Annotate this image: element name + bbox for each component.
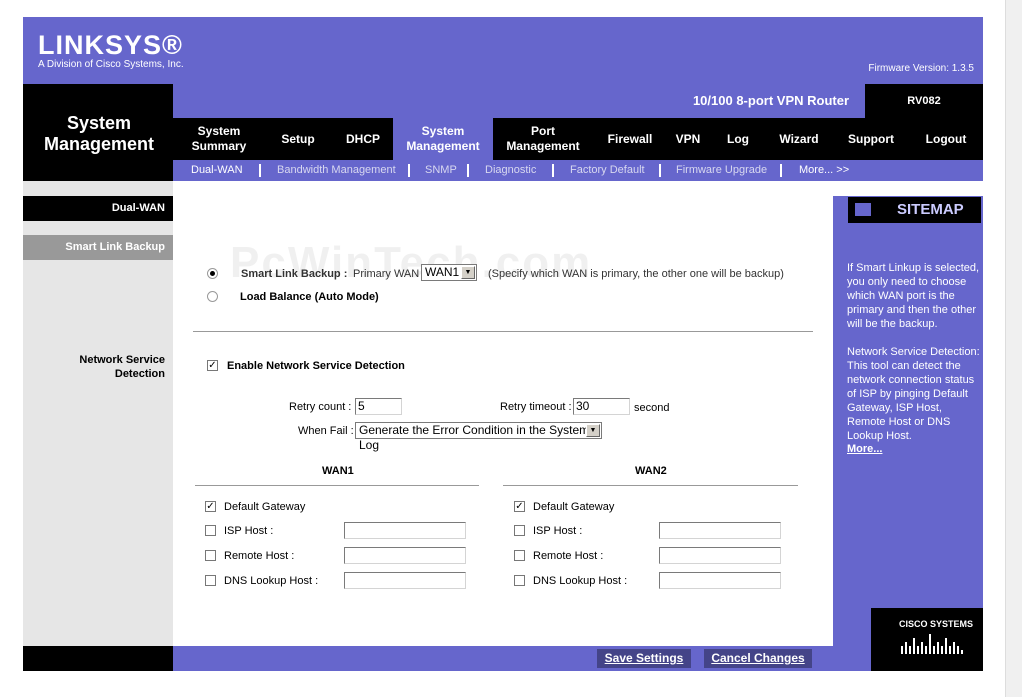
subtab-factory-default[interactable]: Factory Default: [570, 160, 645, 181]
wan2-remote-host-input[interactable]: [659, 547, 781, 564]
retry-timeout-label: Retry timeout :: [500, 401, 572, 413]
wan1-dns-host-checkbox[interactable]: [205, 575, 216, 586]
retry-timeout-unit: second: [634, 402, 670, 414]
subtab-firmware-upgrade[interactable]: Firmware Upgrade: [676, 160, 767, 181]
wan1-dns-host-input[interactable]: [344, 572, 466, 589]
subtab-separator: [659, 164, 661, 177]
smart-link-backup-label: Smart Link Backup :: [241, 268, 348, 280]
help-more-link[interactable]: More...: [847, 443, 882, 455]
tab-system-management[interactable]: System Management: [393, 118, 493, 160]
wan2-dns-host-checkbox[interactable]: [514, 575, 525, 586]
wan2-divider: [503, 485, 798, 486]
primary-wan-select[interactable]: WAN1 ▼: [421, 264, 477, 281]
wan1-remote-host-checkbox[interactable]: [205, 550, 216, 561]
load-balance-radio[interactable]: [207, 291, 218, 302]
load-balance-label: Load Balance (Auto Mode): [240, 291, 379, 303]
wan1-remote-host-label: Remote Host :: [224, 550, 295, 562]
logo-subtitle: A Division of Cisco Systems, Inc.: [38, 59, 184, 70]
when-fail-label: When Fail :: [298, 425, 354, 437]
retry-count-label: Retry count :: [289, 401, 352, 413]
wan2-remote-host-label: Remote Host :: [533, 550, 604, 562]
watermark: PcWinTech.com: [230, 238, 593, 287]
chevron-down-icon: ▼: [461, 266, 475, 279]
wan1-isp-host-label: ISP Host :: [224, 525, 274, 537]
subtab-bandwidth-management[interactable]: Bandwidth Management: [277, 160, 396, 181]
cisco-logo-text: CISCO SYSTEMS: [899, 619, 974, 629]
footer-left: [23, 646, 173, 671]
left-label-network-service-detection: Network Service Detection: [79, 354, 165, 380]
subtab-snmp[interactable]: SNMP: [425, 160, 457, 181]
wan2-isp-host-checkbox[interactable]: [514, 525, 525, 536]
chevron-down-icon: ▼: [586, 424, 600, 437]
tab-port-management[interactable]: Port Management: [499, 118, 587, 160]
wan2-dns-host-label: DNS Lookup Host :: [533, 575, 628, 587]
tab-support[interactable]: Support: [841, 118, 901, 160]
subtab-dual-wan[interactable]: Dual-WAN: [191, 160, 243, 181]
wan1-default-gateway-label: Default Gateway: [224, 501, 306, 513]
cancel-changes-button[interactable]: Cancel Changes: [704, 649, 812, 668]
wan2-dns-host-input[interactable]: [659, 572, 781, 589]
tab-dhcp[interactable]: DHCP: [335, 118, 391, 160]
wan1-remote-host-input[interactable]: [344, 547, 466, 564]
subtab-more[interactable]: More... >>: [799, 160, 849, 181]
tab-wizard[interactable]: Wizard: [769, 118, 829, 160]
wan1-isp-host-checkbox[interactable]: [205, 525, 216, 536]
divider: [193, 331, 813, 332]
subtab-separator: [259, 164, 261, 177]
left-header-dual-wan: Dual-WAN: [23, 196, 173, 221]
wan1-divider: [195, 485, 479, 486]
wan2-default-gateway-checkbox[interactable]: ✓: [514, 501, 525, 512]
wan1-default-gateway-checkbox[interactable]: ✓: [205, 501, 216, 512]
tab-vpn[interactable]: VPN: [669, 118, 707, 160]
tab-firewall[interactable]: Firewall: [597, 118, 663, 160]
tab-logout[interactable]: Logout: [915, 118, 977, 160]
model-number: RV082: [865, 84, 983, 118]
subtab-separator: [780, 164, 782, 177]
subtab-separator: [467, 164, 469, 177]
when-fail-select[interactable]: Generate the Error Condition in the Syst…: [355, 422, 602, 452]
wan2-remote-host-checkbox[interactable]: [514, 550, 525, 561]
sitemap-label[interactable]: SITEMAP: [897, 201, 964, 218]
subtab-separator: [552, 164, 554, 177]
tab-system-summary[interactable]: System Summary: [181, 118, 257, 160]
tab-setup[interactable]: Setup: [269, 118, 327, 160]
left-item-smart-link-backup: Smart Link Backup: [23, 235, 173, 260]
firmware-version: Firmware Version: 1.3.5: [868, 63, 974, 74]
wan1-dns-host-label: DNS Lookup Host :: [224, 575, 319, 587]
primary-wan-hint: (Specify which WAN is primary, the other…: [488, 268, 784, 280]
puzzle-icon: [855, 203, 871, 216]
subtab-separator: [408, 164, 410, 177]
enable-nsd-checkbox[interactable]: ✓: [207, 360, 218, 371]
subtab-diagnostic[interactable]: Diagnostic: [485, 160, 536, 181]
wan1-title: WAN1: [322, 465, 354, 477]
wan2-isp-host-label: ISP Host :: [533, 525, 583, 537]
retry-timeout-input[interactable]: 30: [573, 398, 630, 415]
retry-count-input[interactable]: 5: [355, 398, 402, 415]
vertical-scrollbar[interactable]: [1005, 0, 1022, 697]
product-name: 10/100 8-port VPN Router: [692, 93, 849, 108]
tab-log[interactable]: Log: [719, 118, 757, 160]
wan2-default-gateway-label: Default Gateway: [533, 501, 615, 513]
linksys-logo: LINKSYS®: [38, 30, 183, 60]
save-settings-button[interactable]: Save Settings: [597, 649, 691, 668]
cisco-bridge-icon: [901, 634, 963, 654]
smart-link-backup-radio[interactable]: [207, 268, 218, 279]
main-tabs: System Summary Setup DHCP System Managemen…: [173, 118, 983, 160]
section-title: System Management: [43, 113, 155, 154]
primary-wan-label: Primary WAN: [353, 268, 420, 280]
wan2-isp-host-input[interactable]: [659, 522, 781, 539]
help-nsd: Network Service Detection: This tool can…: [847, 346, 980, 442]
wan2-title: WAN2: [635, 465, 667, 477]
help-smart-link: If Smart Linkup is selected, you only ne…: [847, 262, 980, 330]
wan1-isp-host-input[interactable]: [344, 522, 466, 539]
enable-nsd-label: Enable Network Service Detection: [227, 360, 405, 372]
